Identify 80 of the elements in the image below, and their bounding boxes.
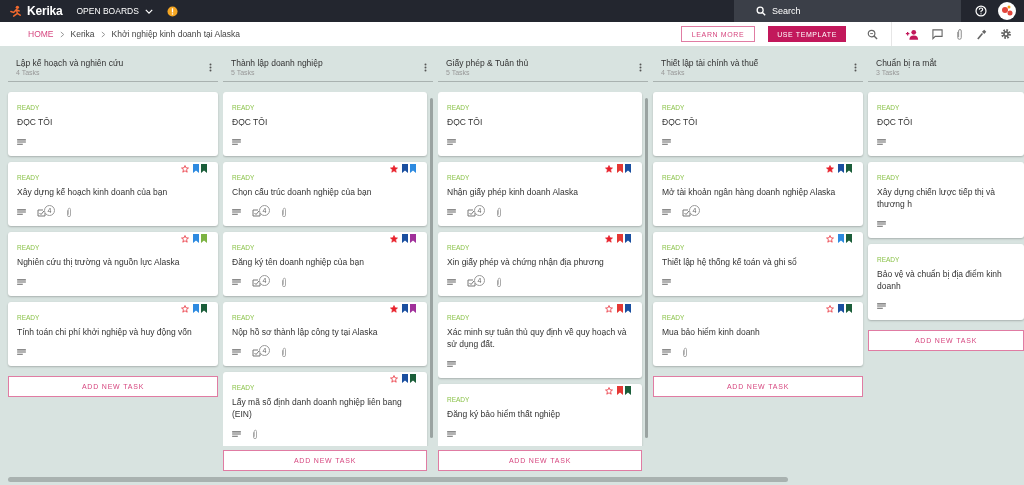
star-icon[interactable] [181,304,189,313]
vertical-scrollbar[interactable] [430,98,433,438]
task-title: Xây dựng kế hoạch kinh doanh của bạn [17,186,169,198]
task-title: Lấy mã số định danh doanh nghiệp liên bang (EIN) [232,396,403,420]
task-title: ĐỌC TÔI [232,116,269,128]
paperclip-icon [281,276,287,288]
vertical-scrollbar[interactable] [645,98,648,438]
search-field[interactable]: Search [734,0,961,22]
caret-icon [144,8,153,14]
column-title: Thành lập doanh nghiệp [231,58,323,68]
task-title: Chọn cấu trúc doanh nghiệp của bạn [232,186,373,198]
app-logo[interactable]: Kerika [27,4,63,18]
task-title: ĐỌC TÔI [17,116,54,128]
task-title: ĐỌC TÔI [877,116,914,128]
paperclip-icon [496,276,502,288]
task-title: Bảo vệ và chuẩn bị địa điểm kinh doanh [877,268,1003,292]
breadcrumb-link[interactable]: Kerika [70,29,95,39]
star-icon[interactable] [826,164,834,173]
zoom-icon[interactable] [867,28,878,40]
task-title: Xây dựng chiến lược tiếp thị và thương h [877,186,997,210]
more-options-icon[interactable] [209,61,212,73]
search-icon [756,6,766,16]
star-icon[interactable] [826,234,834,243]
comment-icon[interactable] [932,28,943,40]
column-title: Giấy phép & Tuân thủ [446,58,529,68]
settings-icon[interactable] [1000,28,1012,40]
checklist-icon [467,207,477,217]
star-icon[interactable] [390,374,398,383]
checklist-icon [252,277,262,287]
checklist-icon [252,347,262,357]
star-icon[interactable] [390,304,398,313]
runner-logo-icon [9,4,22,18]
open-boards-menu[interactable]: OPEN BOARDS [70,6,159,16]
star-icon[interactable] [605,386,613,395]
breadcrumb-link[interactable]: HOME [28,29,54,39]
task-title: Xác minh sự tuân thủ quy định về quy hoạch và sử dụng đất. [447,326,628,350]
task-title: Đăng ký bảo hiểm thất nghiệp [447,408,561,420]
paperclip-icon[interactable] [956,27,963,41]
checklist-icon [682,207,692,217]
checklist-icon [467,277,477,287]
more-options-icon[interactable] [639,61,642,73]
paperclip-icon [496,206,502,218]
checklist-icon [252,207,262,217]
task-title: Mở tài khoản ngân hàng doanh nghiệp Alaska [662,186,837,198]
chevron-icon [100,30,106,38]
checklist-icon [37,207,47,217]
task-title: Nghiên cứu thị trường và nguồn lực Alaska [17,256,181,268]
star-icon[interactable] [390,164,398,173]
add-person-icon[interactable] [905,28,919,40]
notification-icon[interactable] [166,5,178,17]
column-title: Lập kế hoạch và nghiên cứu [16,58,124,68]
more-options-icon[interactable] [854,61,857,73]
avatar-icon[interactable] [998,2,1016,20]
star-icon[interactable] [605,164,613,173]
star-icon[interactable] [605,234,613,243]
column-title: Chuẩn bị ra mắt [876,58,937,68]
task-title: Tính toán chi phí khởi nghiệp và huy động vốn [17,326,193,338]
paperclip-icon [281,206,287,218]
task-title: Nộp hồ sơ thành lập công ty tại Alaska [232,326,379,338]
paperclip-icon [66,206,72,218]
star-icon[interactable] [826,304,834,313]
task-title: Mua bảo hiểm kinh doanh [662,326,761,338]
star-icon[interactable] [181,164,189,173]
task-title: ĐỌC TÔI [447,116,484,128]
paperclip-icon [281,346,287,358]
more-options-icon[interactable] [424,61,427,73]
task-title: Xin giấy phép và chứng nhận địa phương [447,256,605,268]
column-title: Thiết lập tài chính và thuế [661,58,759,68]
breadcrumb-link[interactable]: Khởi nghiệp kinh doanh tại Alaska [111,29,241,39]
task-title: ĐỌC TÔI [662,116,699,128]
star-icon[interactable] [605,304,613,313]
task-title: Nhận giấy phép kinh doanh Alaska [447,186,579,198]
star-icon[interactable] [390,234,398,243]
star-icon[interactable] [181,234,189,243]
chevron-icon [59,30,65,38]
paperclip-icon [252,428,258,440]
paperclip-icon [682,346,688,358]
task-title: Thiết lập hệ thống kế toán và ghi sổ [662,256,798,268]
help-icon[interactable] [975,5,987,17]
task-title: Đăng ký tên doanh nghiệp của bạn [232,256,365,268]
